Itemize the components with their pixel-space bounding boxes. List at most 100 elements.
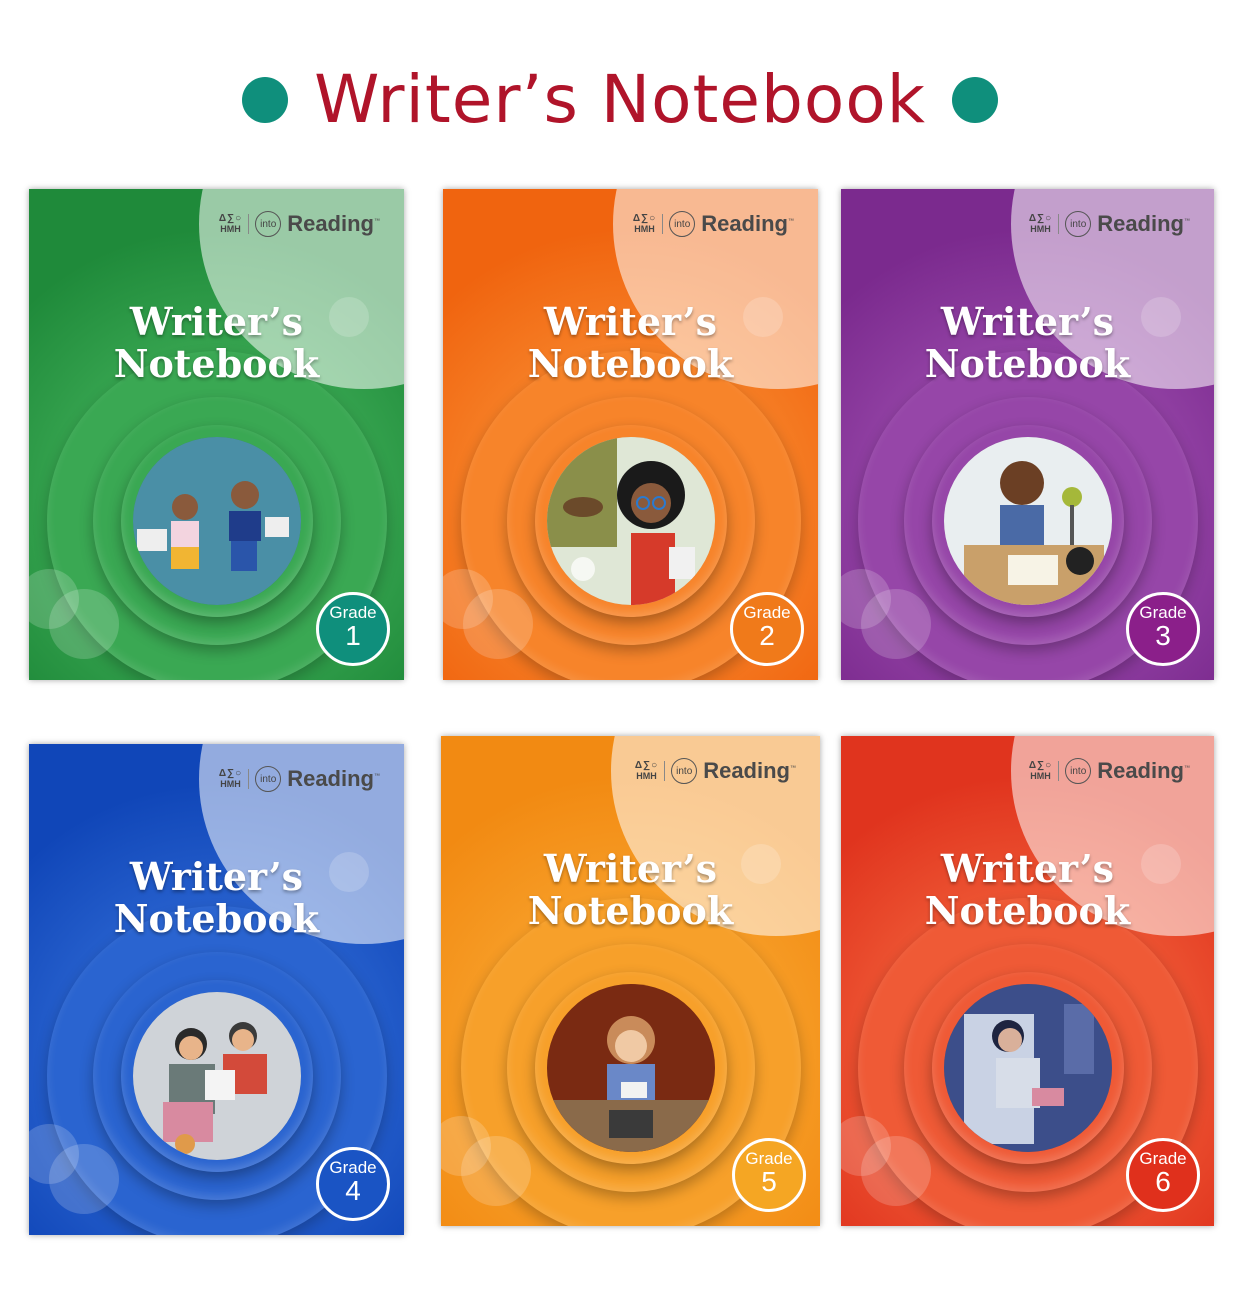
cover-title-line1: Writer’s <box>543 846 718 891</box>
cover-title-line2: Notebook <box>113 896 320 941</box>
hmh-mark-icon: Δ∑○ <box>632 213 657 224</box>
trademark-mark: ™ <box>1184 218 1190 225</box>
girl-with-glasses-icon <box>546 437 715 605</box>
grade-number: 1 <box>345 620 361 651</box>
product-name-text: Reading <box>1097 758 1184 783</box>
teen-reading-on-train-icon <box>943 984 1112 1152</box>
hmh-mark-icon: Δ∑○ <box>218 768 243 779</box>
cover-title: Writer’s Notebook <box>443 301 818 385</box>
cover-title-line2: Notebook <box>527 888 734 933</box>
brand-logo: Δ∑○ HMH into Reading™ <box>219 207 380 241</box>
grade-badge: Grade 5 <box>732 1138 806 1212</box>
cover-title-line2: Notebook <box>924 888 1131 933</box>
boy-writing-with-cat-icon <box>943 437 1112 605</box>
into-icon: into <box>669 211 696 237</box>
product-name: Reading™ <box>1097 211 1190 237</box>
hmh-mark-icon: Δ∑○ <box>1028 760 1053 771</box>
notebook-cover-grade-5[interactable]: Δ∑○ HMH into Reading™ Writer’s Notebook … <box>441 736 820 1226</box>
cover-title-line1: Writer’s <box>543 299 718 344</box>
brand-logo: Δ∑○ HMH into Reading™ <box>219 762 380 796</box>
cover-title: Writer’s Notebook <box>841 301 1214 385</box>
grade-badge: Grade 4 <box>316 1147 390 1221</box>
grade-number: 2 <box>759 620 775 651</box>
notebook-cover-grade-3[interactable]: Δ∑○ HMH into Reading™ Writer’s Notebook … <box>841 189 1214 680</box>
page-title: Writer’s Notebook <box>314 61 926 138</box>
brand-logo: Δ∑○ HMH into Reading™ <box>1029 207 1190 241</box>
grade-label: Grade <box>1139 603 1187 622</box>
family-reading-icon <box>132 992 301 1160</box>
hmh-logo: Δ∑○ HMH <box>632 213 664 234</box>
publisher-name: HMH <box>634 224 655 234</box>
hmh-logo: Δ∑○ HMH <box>218 213 250 234</box>
publisher-name: HMH <box>636 771 657 781</box>
grade-label: Grade <box>329 603 377 622</box>
into-icon: into <box>255 211 282 237</box>
publisher-name: HMH <box>1030 771 1051 781</box>
product-name: Reading™ <box>287 211 380 237</box>
cover-title-line1: Writer’s <box>940 299 1115 344</box>
hmh-logo: Δ∑○ HMH <box>1028 760 1060 781</box>
trademark-mark: ™ <box>790 765 796 772</box>
grade-badge: Grade 6 <box>1126 1138 1200 1212</box>
brand-logo: Δ∑○ HMH into Reading™ <box>633 207 794 241</box>
cover-title: Writer’s Notebook <box>29 301 404 385</box>
trademark-mark: ™ <box>788 218 794 225</box>
product-name-text: Reading <box>701 211 788 236</box>
product-name-text: Reading <box>703 758 790 783</box>
trademark-mark: ™ <box>1184 765 1190 772</box>
into-icon: into <box>1065 758 1092 784</box>
two-children-running-icon <box>132 437 301 605</box>
hmh-mark-icon: Δ∑○ <box>218 213 243 224</box>
hmh-mark-icon: Δ∑○ <box>1028 213 1053 224</box>
grade-badge: Grade 3 <box>1126 592 1200 666</box>
brand-logo: Δ∑○ HMH into Reading™ <box>1029 754 1190 788</box>
product-name: Reading™ <box>1097 758 1190 784</box>
cover-title-line1: Writer’s <box>129 854 304 899</box>
grade-label: Grade <box>329 1158 377 1177</box>
teal-dot-icon <box>242 77 289 123</box>
cover-title-line1: Writer’s <box>129 299 304 344</box>
grade-number: 6 <box>1155 1166 1171 1197</box>
grade-badge: Grade 2 <box>730 592 804 666</box>
product-name-text: Reading <box>287 766 374 791</box>
cover-title: Writer’s Notebook <box>841 848 1214 932</box>
grade-label: Grade <box>745 1149 793 1168</box>
publisher-name: HMH <box>220 224 241 234</box>
trademark-mark: ™ <box>374 218 380 225</box>
publisher-name: HMH <box>1030 224 1051 234</box>
girl-at-desk-icon <box>546 984 715 1152</box>
grade-number: 4 <box>345 1175 361 1206</box>
notebook-cover-grade-2[interactable]: Δ∑○ HMH into Reading™ Writer’s Notebook … <box>443 189 818 680</box>
grade-number: 3 <box>1155 620 1171 651</box>
hmh-logo: Δ∑○ HMH <box>1028 213 1060 234</box>
cover-title-line2: Notebook <box>527 341 734 386</box>
cover-title-line2: Notebook <box>113 341 320 386</box>
cover-title-line2: Notebook <box>924 341 1131 386</box>
product-name: Reading™ <box>701 211 794 237</box>
product-name: Reading™ <box>703 758 796 784</box>
hmh-mark-icon: Δ∑○ <box>634 760 659 771</box>
teal-dot-icon <box>951 77 998 123</box>
product-name-text: Reading <box>287 211 374 236</box>
brand-logo: Δ∑○ HMH into Reading™ <box>635 754 796 788</box>
product-name-text: Reading <box>1097 211 1184 236</box>
grade-label: Grade <box>1139 1149 1187 1168</box>
grade-badge: Grade 1 <box>316 592 390 666</box>
into-icon: into <box>1065 211 1092 237</box>
into-icon: into <box>671 758 698 784</box>
cover-title: Writer’s Notebook <box>29 856 404 940</box>
hmh-logo: Δ∑○ HMH <box>634 760 666 781</box>
grade-label: Grade <box>743 603 791 622</box>
product-name: Reading™ <box>287 766 380 792</box>
page-header: Writer’s Notebook <box>0 60 1240 140</box>
cover-title: Writer’s Notebook <box>441 848 820 932</box>
notebook-cover-grade-6[interactable]: Δ∑○ HMH into Reading™ Writer’s Notebook … <box>841 736 1214 1226</box>
grade-number: 5 <box>761 1166 777 1197</box>
trademark-mark: ™ <box>374 773 380 780</box>
cover-title-line1: Writer’s <box>940 846 1115 891</box>
hmh-logo: Δ∑○ HMH <box>218 768 250 789</box>
into-icon: into <box>255 766 282 792</box>
publisher-name: HMH <box>220 779 241 789</box>
notebook-cover-grade-4[interactable]: Δ∑○ HMH into Reading™ Writer’s Notebook … <box>29 744 404 1235</box>
notebook-cover-grade-1[interactable]: Δ∑○ HMH into Reading™ Writer’s Notebook … <box>29 189 404 680</box>
